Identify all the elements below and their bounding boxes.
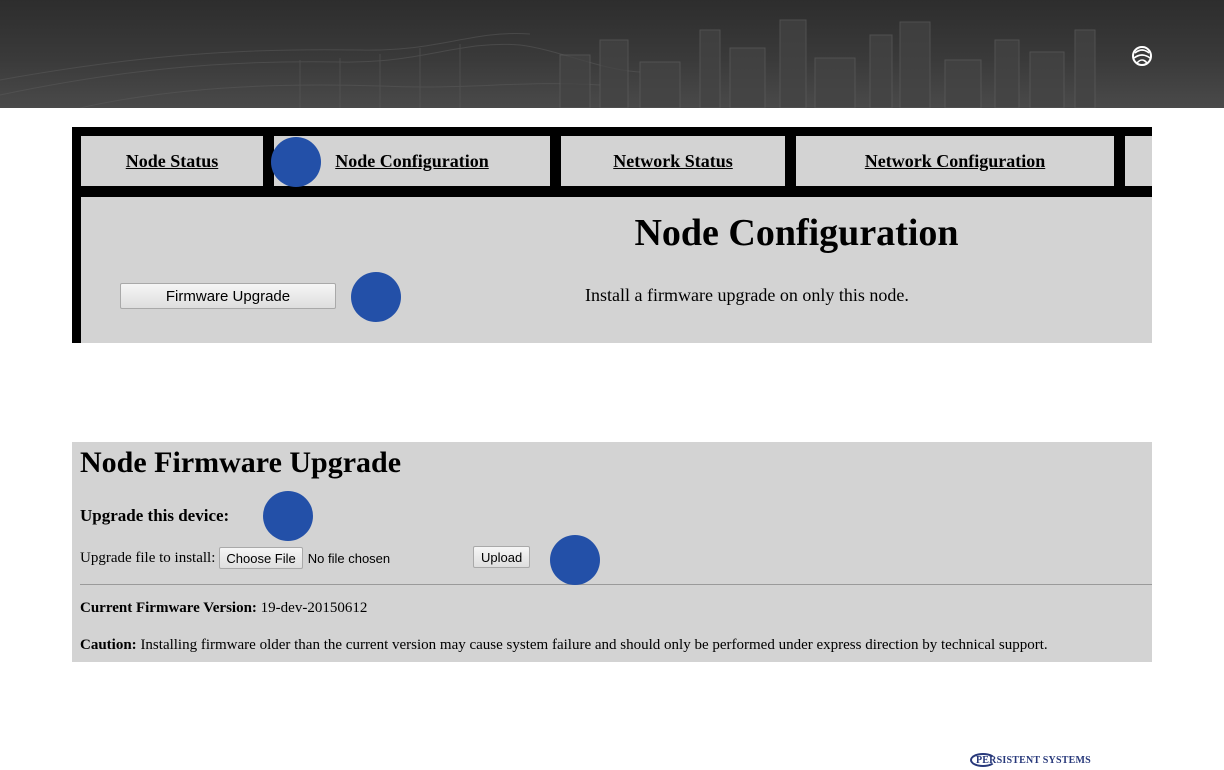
node-config-panel: Node Status Node Configuration Network S…: [72, 127, 1152, 343]
choose-file-button[interactable]: Choose File: [219, 547, 303, 569]
caution-label: Caution:: [80, 637, 137, 653]
firmware-upgrade-button[interactable]: Firmware Upgrade: [120, 283, 336, 309]
firmware-upgrade-title: Node Firmware Upgrade: [80, 446, 402, 479]
caution-note: Caution: Installing firmware older than …: [80, 637, 1048, 654]
firmware-upgrade-description: Install a firmware upgrade on only this …: [585, 285, 909, 305]
file-input-label: Upgrade file to install:: [80, 549, 216, 566]
footer-brand-name: PERSISTENT SYSTEMS: [976, 754, 1091, 766]
city-skyline-graphic: [0, 19, 1096, 108]
tab-node-status[interactable]: Node Status: [81, 136, 263, 186]
page-title: Node Configuration: [634, 212, 959, 254]
file-input-row: Upgrade file to install: Choose File No …: [80, 546, 390, 570]
upload-button[interactable]: Upload: [473, 546, 531, 568]
callout-marker-3: [263, 491, 313, 541]
current-firmware-version: Current Firmware Version: 19-dev-2015061…: [80, 600, 367, 617]
tab-overflow[interactable]: [1125, 136, 1152, 186]
tab-network-configuration[interactable]: Network Configuration: [796, 136, 1114, 186]
firmware-upgrade-panel: Node Firmware Upgrade Upgrade this devic…: [72, 442, 1152, 662]
tab-network-status[interactable]: Network Status: [561, 136, 785, 186]
upgrade-device-heading: Upgrade this device:: [80, 506, 230, 525]
callout-marker-4: [550, 535, 600, 585]
node-config-body: Node Configuration Firmware Upgrade Inst…: [81, 197, 1152, 343]
callout-marker-2: [351, 272, 401, 322]
footer-logo: PERSISTENT SYSTEMS: [970, 750, 1091, 770]
brand-logo-icon: [1132, 46, 1152, 66]
divider: [80, 584, 1152, 585]
firmware-version-label: Current Firmware Version:: [80, 600, 257, 616]
header-banner: [0, 0, 1224, 108]
firmware-version-value: 19-dev-20150612: [260, 600, 368, 616]
caution-text: Installing firmware older than the curre…: [140, 637, 1048, 653]
callout-marker-1: [271, 137, 321, 187]
file-status-text: No file chosen: [307, 550, 391, 566]
